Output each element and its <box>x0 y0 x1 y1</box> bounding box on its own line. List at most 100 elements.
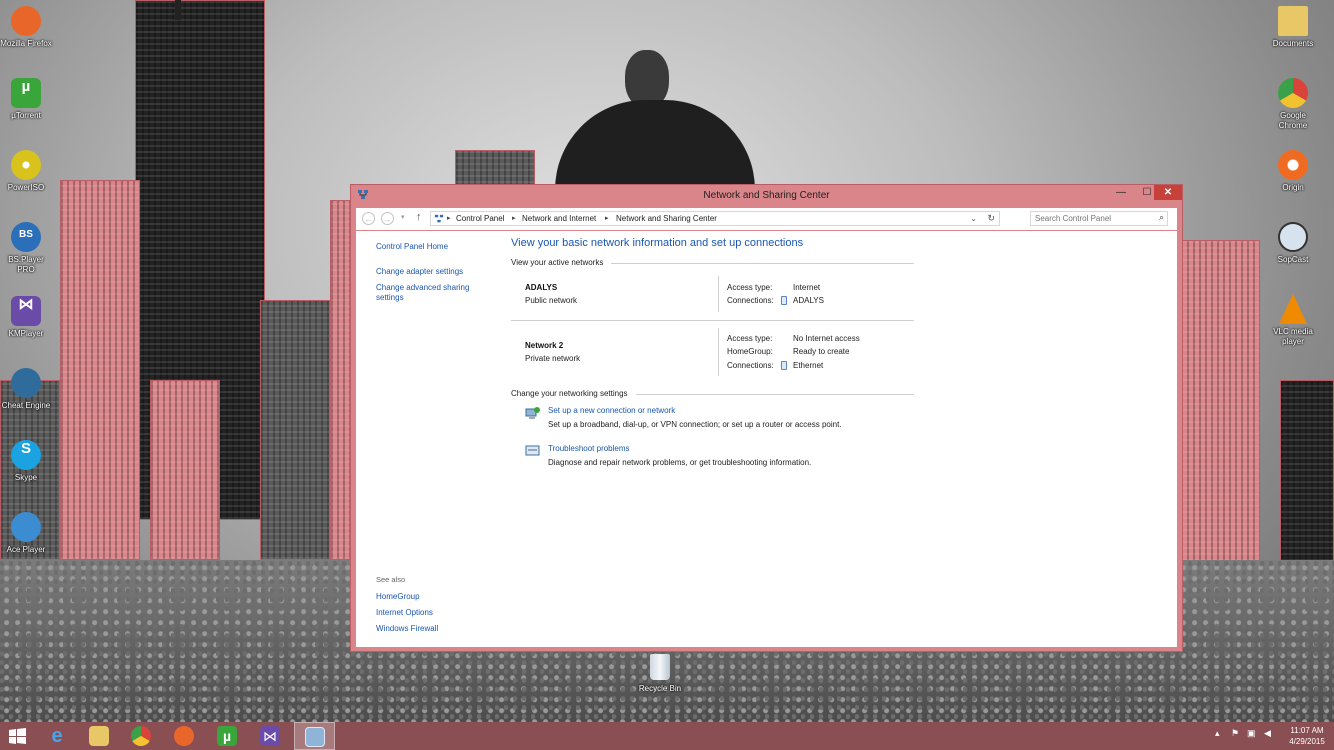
windows-firewall-link[interactable]: Windows Firewall <box>376 624 438 634</box>
back-button[interactable]: ← <box>362 212 375 225</box>
access-type-value: Internet <box>793 283 821 292</box>
homegroup-link[interactable]: HomeGroup <box>376 592 420 602</box>
breadcrumb[interactable]: ▸ Control Panel ▸ Network and Internet ▸… <box>430 211 1000 226</box>
taskbar-network-center[interactable] <box>294 722 335 750</box>
cheatengine-icon <box>11 368 41 398</box>
see-also-heading: See also <box>376 575 406 584</box>
utorrent-icon: µ <box>11 78 41 108</box>
search-box[interactable]: ⌕ <box>1030 211 1168 226</box>
desktop-icon-label: Documents <box>1272 39 1314 48</box>
taskbar-internet-explorer[interactable]: e <box>38 722 76 750</box>
search-input[interactable] <box>1035 213 1150 224</box>
desktop-icon-cheatengine[interactable]: Cheat Engine <box>0 368 53 411</box>
desktop-icon-origin[interactable]: Origin <box>1266 150 1320 193</box>
recent-locations-dropdown[interactable]: ▾ <box>401 213 405 221</box>
desktop-icon-poweriso[interactable]: PowerISO <box>0 150 53 193</box>
change-adapter-settings-link[interactable]: Change adapter settings <box>376 267 463 277</box>
sopcast-icon <box>1278 222 1308 252</box>
desktop-icon-skype[interactable]: S Skype <box>0 440 53 483</box>
section-divider <box>636 394 914 395</box>
building <box>60 180 140 560</box>
clock-date: 4/29/2015 <box>1289 737 1325 746</box>
desktop-icon-label: Origin <box>1282 183 1304 192</box>
homegroup-label: HomeGroup: <box>727 347 773 356</box>
network-divider <box>511 320 914 321</box>
desktop-icon-label: KMPlayer <box>8 329 44 338</box>
content-area: Control Panel Home Change adapter settin… <box>356 231 1177 647</box>
forward-button[interactable]: → <box>381 212 394 225</box>
desktop-icon-documents[interactable]: Documents <box>1266 6 1320 49</box>
chrome-icon <box>1278 78 1308 108</box>
access-type-label: Access type: <box>727 283 773 292</box>
change-advanced-sharing-link[interactable]: Change advanced sharing settings <box>376 283 469 303</box>
desktop-icon-aceplayer[interactable]: Ace Player <box>0 512 53 555</box>
change-settings-heading: Change your networking settings <box>511 389 628 398</box>
address-dropdown-icon[interactable]: ⌄ <box>970 214 977 223</box>
column-divider <box>718 328 719 376</box>
breadcrumb-network-sharing-center[interactable]: Network and Sharing Center <box>616 214 717 223</box>
connections-label: Connections: <box>727 296 774 305</box>
desktop-icon-firefox[interactable]: Mozilla Firefox <box>0 6 53 49</box>
homegroup-ready-link[interactable]: Ready to create <box>793 347 849 356</box>
vlc-icon <box>1279 294 1307 324</box>
troubleshoot-icon <box>525 445 540 456</box>
internet-options-link[interactable]: Internet Options <box>376 608 433 618</box>
network-tray-icon[interactable]: ▣ <box>1247 728 1256 739</box>
access-type-label: Access type: <box>727 334 773 343</box>
troubleshoot-problems-link[interactable]: Troubleshoot problems <box>548 444 630 453</box>
desktop-icon-sopcast[interactable]: SopCast <box>1266 222 1320 265</box>
desktop-icon-vlc[interactable]: VLC media player <box>1266 294 1320 347</box>
minimize-button[interactable]: — <box>1108 185 1134 200</box>
desktop-icon-label: SopCast <box>1277 255 1309 264</box>
taskbar-file-explorer[interactable] <box>80 722 118 750</box>
aceplayer-icon <box>11 512 41 542</box>
title-bar[interactable]: Network and Sharing Center — ☐ ✕ <box>351 185 1182 207</box>
close-button[interactable]: ✕ <box>1154 185 1182 200</box>
taskbar-kmplayer[interactable]: ⋈ <box>251 722 289 750</box>
task-description: Diagnose and repair network problems, or… <box>548 458 812 467</box>
network-sharing-window: Network and Sharing Center — ☐ ✕ ← → ▾ ↑… <box>350 184 1183 652</box>
desktop-icon-recycle-bin[interactable]: Recycle Bin <box>634 654 686 693</box>
chrome-icon <box>131 726 151 746</box>
desktop-icon-kmplayer[interactable]: ⋈ KMPlayer <box>0 296 53 339</box>
taskbar-firefox[interactable] <box>165 722 203 750</box>
building <box>260 300 330 560</box>
show-hidden-icons[interactable]: ▴ <box>1215 728 1220 739</box>
network-center-icon <box>305 727 325 747</box>
clock[interactable]: 11:07 AM 4/29/2015 <box>1283 725 1331 747</box>
kmplayer-icon: ⋈ <box>260 726 280 746</box>
connection-ethernet-link[interactable]: Ethernet <box>793 361 823 370</box>
desktop-icon-utorrent[interactable]: µ µTorrent <box>0 78 53 121</box>
desktop-icon-label: Recycle Bin <box>638 684 682 693</box>
access-type-value: No Internet access <box>793 334 860 343</box>
control-panel-home-link[interactable]: Control Panel Home <box>376 242 448 252</box>
taskbar-chrome[interactable] <box>122 722 160 750</box>
clock-time: 11:07 AM <box>1290 726 1324 735</box>
breadcrumb-separator[interactable]: ▸ <box>512 214 516 222</box>
volume-icon[interactable]: ◀ <box>1264 728 1271 739</box>
ethernet-connection-icon <box>781 361 787 370</box>
network-name: Network 2 <box>525 341 564 350</box>
up-button[interactable]: ↑ <box>416 211 422 223</box>
desktop-icon-chrome[interactable]: Google Chrome <box>1266 78 1320 131</box>
taskbar-utorrent[interactable]: µ <box>208 722 246 750</box>
action-center-icon[interactable]: ⚑ <box>1231 728 1239 739</box>
link-line: settings <box>376 293 404 302</box>
desktop-icon-label: Cheat Engine <box>1 401 51 410</box>
firefox-icon <box>11 6 41 36</box>
desktop-icon-bsplayer[interactable]: BS BS.Player PRO <box>0 222 53 275</box>
start-button[interactable] <box>0 722 38 750</box>
network-name: ADALYS <box>525 283 558 292</box>
refresh-icon[interactable]: ↻ <box>987 213 995 224</box>
windows-logo-icon <box>9 728 26 744</box>
search-icon[interactable]: ⌕ <box>1159 212 1164 223</box>
breadcrumb-separator[interactable]: ▸ <box>605 214 609 222</box>
setup-new-connection-link[interactable]: Set up a new connection or network <box>548 406 675 415</box>
connections-label: Connections: <box>727 361 774 370</box>
desktop-icon-label: PowerISO <box>7 183 45 192</box>
poweriso-icon <box>11 150 41 180</box>
recycle-bin-icon <box>650 654 670 680</box>
breadcrumb-control-panel[interactable]: Control Panel <box>456 214 504 223</box>
breadcrumb-network-internet[interactable]: Network and Internet <box>522 214 596 223</box>
connection-adalys-link[interactable]: ADALYS <box>793 296 824 305</box>
